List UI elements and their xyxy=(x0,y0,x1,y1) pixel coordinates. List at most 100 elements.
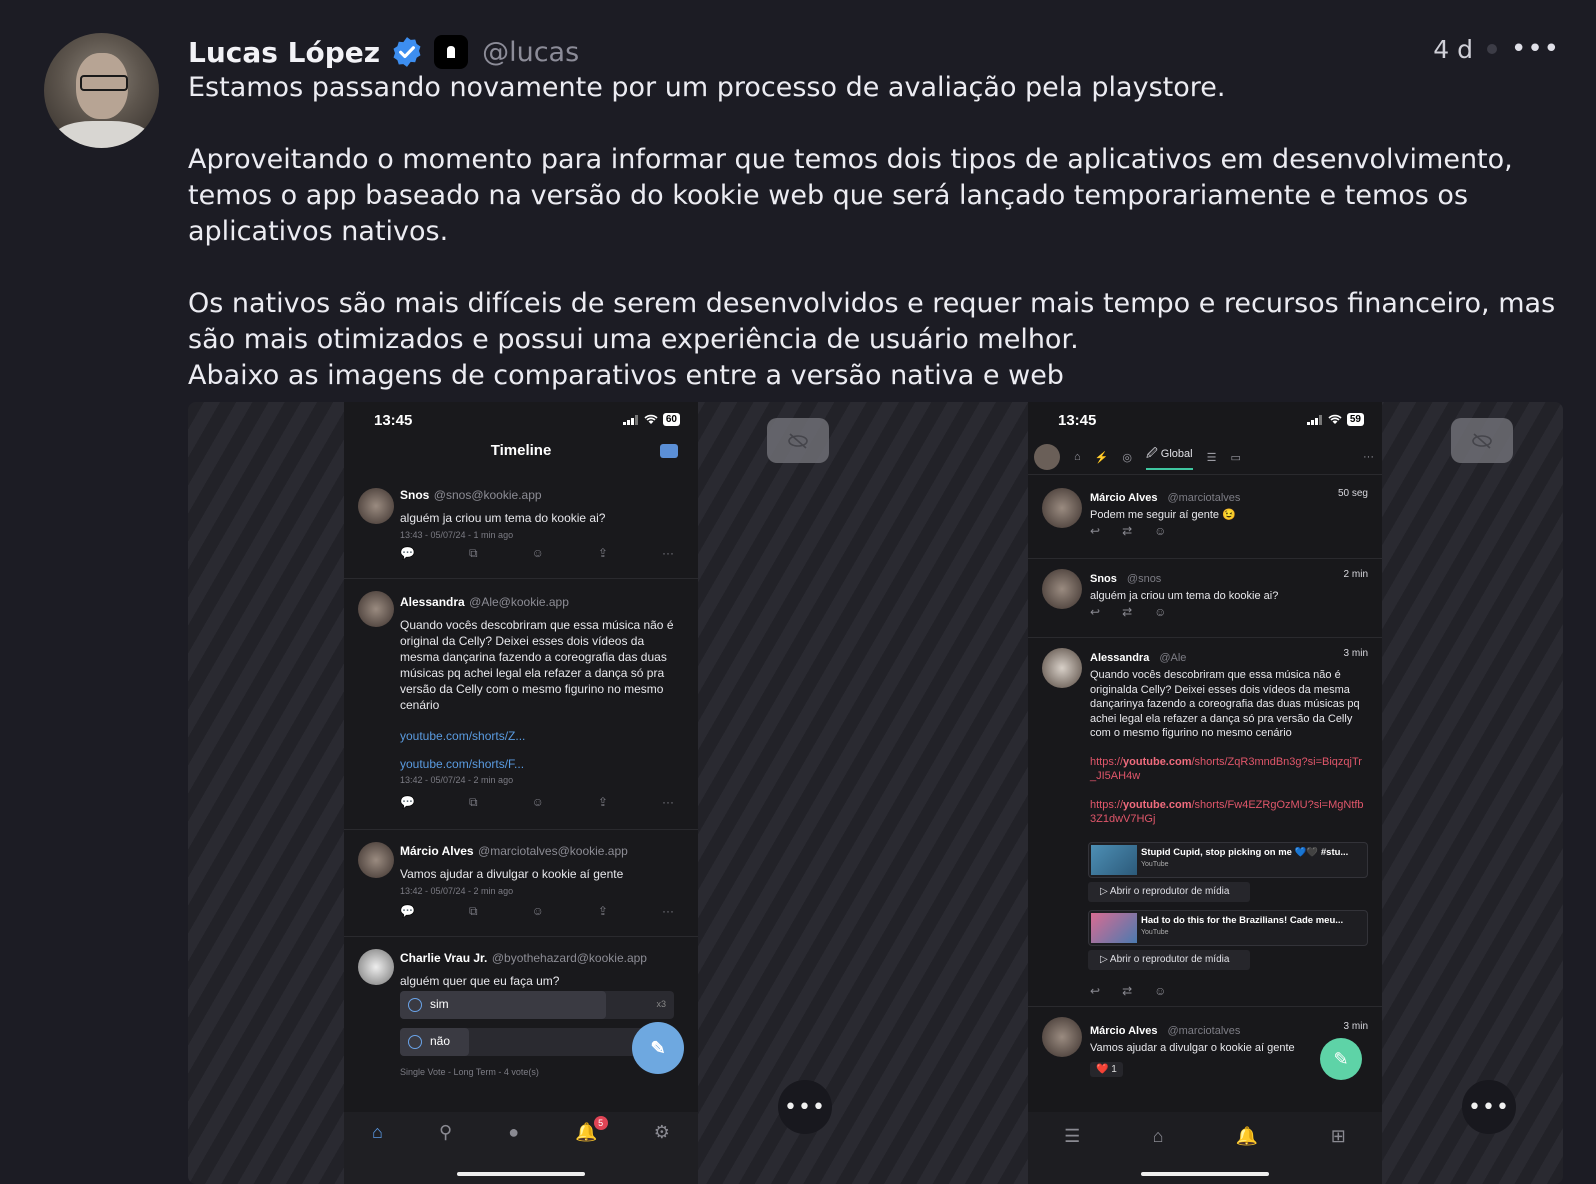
author-handle[interactable]: @lucas xyxy=(482,37,579,68)
timeline-post[interactable]: Márcio Alves @marciotalves@kookie.app Va… xyxy=(344,830,698,937)
youtube-card[interactable]: Had to do this for the Brazilians! Cade … xyxy=(1088,910,1368,946)
reaction-chip[interactable]: ❤️ 1 xyxy=(1090,1061,1123,1077)
status-bar: 13:45 60 xyxy=(344,410,698,434)
post-time[interactable]: 2 min xyxy=(1344,569,1368,580)
post-more-button[interactable]: ••• xyxy=(1511,34,1560,64)
poll-count: x3 xyxy=(656,999,666,1009)
timeline-post[interactable]: Snos @snos@kookie.app alguém ja criou um… xyxy=(344,478,698,579)
post-link[interactable]: https://youtube.com/shorts/ZqR3mndBn3g?s… xyxy=(1090,755,1368,784)
compose-button[interactable]: ✎ xyxy=(632,1022,684,1074)
author-avatar[interactable] xyxy=(44,33,159,148)
federated-tab-icon[interactable]: ◎ xyxy=(1122,451,1132,464)
reply-icon[interactable]: ↩ xyxy=(1090,524,1100,538)
post-avatar[interactable] xyxy=(1042,569,1082,609)
tabs-more-icon[interactable]: ··· xyxy=(1363,451,1374,463)
share-icon[interactable]: ⇪ xyxy=(598,795,608,810)
boost-icon[interactable]: ⧉ xyxy=(469,795,478,810)
media-more-button[interactable]: ••• xyxy=(1462,1080,1516,1134)
verified-badge-icon xyxy=(393,37,421,67)
post-avatar[interactable] xyxy=(1042,488,1082,528)
post-timestamp: 13:42 - 05/07/24 - 2 min ago xyxy=(400,775,514,785)
reply-icon[interactable]: 💬 xyxy=(400,904,415,919)
local-tab-icon[interactable]: ⚡ xyxy=(1095,451,1109,464)
profile-icon[interactable]: ● xyxy=(508,1122,519,1143)
share-icon[interactable]: ⇪ xyxy=(598,904,608,919)
more-icon[interactable]: ··· xyxy=(662,904,674,919)
boost-icon[interactable]: ⧉ xyxy=(469,904,478,919)
post-author[interactable]: Márcio Alves xyxy=(1090,1025,1157,1037)
boost-icon[interactable]: ⇄ xyxy=(1122,605,1132,619)
hide-media-button[interactable] xyxy=(767,418,829,463)
post-avatar[interactable] xyxy=(358,488,394,524)
signal-icon xyxy=(1306,414,1322,425)
react-icon[interactable]: ☺ xyxy=(1154,984,1166,998)
battery-icon: 60 xyxy=(662,413,680,426)
post-author[interactable]: Márcio Alves xyxy=(400,844,474,858)
react-icon[interactable]: ☺ xyxy=(1154,605,1166,619)
post-link[interactable]: https://youtube.com/shorts/Fw4EZRgOzMU?s… xyxy=(1090,798,1368,827)
reply-icon[interactable]: 💬 xyxy=(400,546,415,561)
more-icon[interactable]: ··· xyxy=(662,546,674,561)
timeline-post[interactable]: Snos @snos alguém ja criou um tema do koo… xyxy=(1028,559,1382,638)
post-avatar[interactable] xyxy=(358,591,394,627)
post-link[interactable]: youtube.com/shorts/F... xyxy=(400,757,676,771)
post-avatar[interactable] xyxy=(1042,1017,1082,1057)
notifications-icon[interactable]: 🔔 xyxy=(1236,1126,1258,1147)
poll-option-sim[interactable]: sim x3 xyxy=(400,991,674,1019)
notifications-icon[interactable]: 🔔 5 xyxy=(575,1116,608,1143)
react-icon[interactable]: ☺ xyxy=(1154,524,1166,538)
youtube-card[interactable]: Stupid Cupid, stop picking on me 💙🖤 #stu… xyxy=(1088,842,1368,878)
timeline-switch-icon[interactable] xyxy=(660,444,678,458)
reply-icon[interactable]: ↩ xyxy=(1090,984,1100,998)
post-avatar[interactable] xyxy=(358,949,394,985)
list-tab-icon[interactable]: ☰ xyxy=(1207,451,1217,464)
timeline-post[interactable]: Alessandra @Ale@kookie.app Quando vocês … xyxy=(344,579,698,830)
boost-icon[interactable]: ⇄ xyxy=(1122,524,1132,538)
reply-icon[interactable]: ↩ xyxy=(1090,605,1100,619)
timeline-post[interactable]: Márcio Alves @marciotalves Podem me segui… xyxy=(1028,478,1382,559)
post-author[interactable]: Charlie Vrau Jr. xyxy=(400,951,487,965)
menu-icon[interactable]: ☰ xyxy=(1064,1126,1080,1147)
search-icon[interactable]: ⚲ xyxy=(439,1122,452,1143)
react-icon[interactable]: ☺ xyxy=(532,546,544,561)
post-author[interactable]: Alessandra xyxy=(400,595,465,609)
user-avatar[interactable] xyxy=(1034,444,1060,470)
timeline-post[interactable]: Charlie Vrau Jr. @byothehazard@kookie.ap… xyxy=(344,937,698,1097)
home-icon[interactable]: ⌂ xyxy=(372,1122,383,1143)
reply-icon[interactable]: 💬 xyxy=(400,795,415,810)
more-icon[interactable]: ··· xyxy=(662,795,674,810)
compose-button[interactable]: ✎ xyxy=(1320,1038,1362,1080)
react-icon[interactable]: ☺ xyxy=(532,904,544,919)
settings-icon[interactable]: ⚙ xyxy=(654,1122,670,1143)
tab-global-label: Global xyxy=(1160,447,1193,460)
media-more-button[interactable]: ••• xyxy=(778,1080,832,1134)
post-avatar[interactable] xyxy=(358,842,394,878)
web-app-screenshot[interactable]: 13:45 59 ⌂ ⚡ ◎ 🖉 Global ☰ ▭ ··· Márcio A… xyxy=(1028,402,1382,1184)
post-author[interactable]: Snos xyxy=(400,488,429,502)
tab-global[interactable]: 🖉 Global xyxy=(1145,445,1193,470)
boost-icon[interactable]: ⧉ xyxy=(469,546,478,561)
home-icon[interactable]: ⌂ xyxy=(1153,1126,1164,1147)
boost-icon[interactable]: ⇄ xyxy=(1122,984,1132,998)
share-icon[interactable]: ⇪ xyxy=(598,546,608,561)
hide-media-button[interactable] xyxy=(1451,418,1513,463)
post-author[interactable]: Snos xyxy=(1090,573,1117,585)
timeline-post[interactable]: Alessandra @Ale Quando vocês descobriram … xyxy=(1028,638,1382,1007)
author-name[interactable]: Lucas López xyxy=(188,36,380,69)
react-icon[interactable]: ☺ xyxy=(532,795,544,810)
post-author[interactable]: Márcio Alves xyxy=(1090,492,1157,504)
post-time[interactable]: 50 seg xyxy=(1338,488,1368,499)
post-media: 13:45 60 Timeline Snos @snos@kookie.app … xyxy=(188,402,1563,1184)
widgets-icon[interactable]: ⊞ xyxy=(1331,1126,1346,1147)
post-link[interactable]: youtube.com/shorts/Z... xyxy=(400,729,676,743)
open-player-button[interactable]: ▷ Abrir o reprodutor de mídia xyxy=(1088,882,1250,902)
native-app-screenshot[interactable]: 13:45 60 Timeline Snos @snos@kookie.app … xyxy=(344,402,698,1184)
home-tab-icon[interactable]: ⌂ xyxy=(1074,451,1081,463)
open-player-button[interactable]: ▷ Abrir o reprodutor de mídia xyxy=(1088,950,1250,970)
post-author[interactable]: Alessandra xyxy=(1090,652,1149,664)
post-time[interactable]: 3 min xyxy=(1344,648,1368,659)
channel-tab-icon[interactable]: ▭ xyxy=(1230,451,1240,464)
post-time[interactable]: 4 d xyxy=(1433,35,1473,64)
post-time[interactable]: 3 min xyxy=(1344,1021,1368,1032)
post-avatar[interactable] xyxy=(1042,648,1082,688)
